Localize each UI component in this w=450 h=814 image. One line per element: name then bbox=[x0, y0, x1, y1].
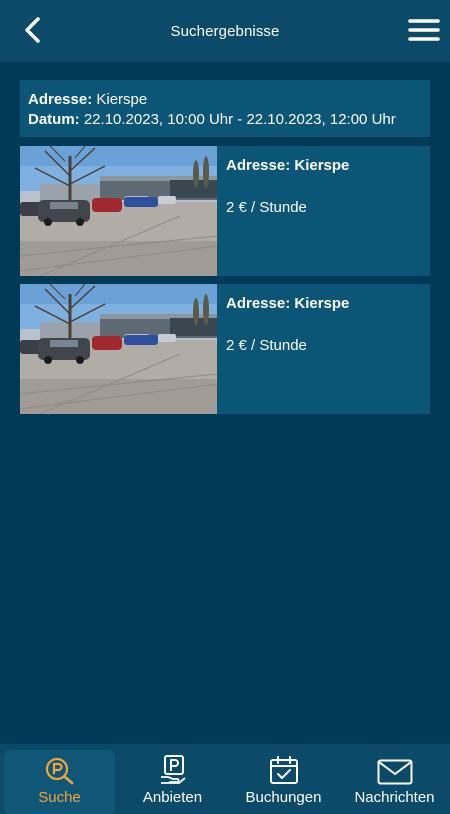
envelope-icon bbox=[377, 759, 412, 785]
menu-button[interactable] bbox=[406, 14, 442, 46]
nav-item-anbieten[interactable]: Anbieten bbox=[117, 744, 228, 814]
nav-item-buchungen[interactable]: Buchungen bbox=[228, 744, 339, 814]
parking-offer-icon bbox=[160, 755, 186, 784]
result-price: 2 € / Stunde bbox=[226, 199, 307, 216]
search-date-value: 22.10.2023, 10:00 Uhr - 22.10.2023, 12:0… bbox=[83, 111, 396, 128]
search-address-line: Adresse: Kierspe bbox=[28, 90, 422, 110]
bottom-navigation: Suche Anbieten Buchungen Nachrichten bbox=[0, 744, 450, 814]
nav-item-suche[interactable]: Suche bbox=[4, 750, 115, 814]
parking-search-icon bbox=[45, 757, 73, 785]
search-address-value: Kierspe bbox=[96, 91, 148, 108]
hamburger-menu-icon bbox=[408, 19, 440, 41]
parking-lot-photo bbox=[20, 146, 217, 276]
calendar-check-icon bbox=[269, 756, 298, 784]
search-summary: Adresse: Kierspe Datum: 22.10.2023, 10:0… bbox=[20, 80, 430, 137]
result-info: Adresse: Kierspe 2 € / Stunde bbox=[217, 146, 358, 276]
result-price: 2 € / Stunde bbox=[226, 337, 307, 354]
result-address: Adresse: Kierspe bbox=[226, 295, 350, 312]
search-date-label: Datum: bbox=[28, 111, 80, 128]
nav-label-nachrichten: Nachrichten bbox=[354, 789, 435, 806]
page-title: Suchergebnisse bbox=[170, 22, 280, 40]
parking-lot-photo bbox=[20, 284, 217, 414]
nav-item-nachrichten[interactable]: Nachrichten bbox=[339, 744, 450, 814]
result-card[interactable]: Adresse: Kierspe 2 € / Stunde bbox=[20, 284, 430, 414]
result-card[interactable]: Adresse: Kierspe 2 € / Stunde bbox=[20, 146, 430, 276]
nav-label-buchungen: Buchungen bbox=[245, 789, 322, 806]
chevron-left-icon bbox=[25, 17, 40, 43]
result-info: Adresse: Kierspe 2 € / Stunde bbox=[217, 284, 358, 414]
nav-label-suche: Suche bbox=[38, 789, 81, 806]
nav-label-anbieten: Anbieten bbox=[142, 789, 203, 806]
app-screen: Suchergebnisse Adresse: Kierspe Datum: 2… bbox=[0, 0, 450, 814]
back-button[interactable] bbox=[18, 14, 46, 46]
search-address-label: Adresse: bbox=[28, 91, 93, 108]
search-date-line: Datum: 22.10.2023, 10:00 Uhr - 22.10.202… bbox=[28, 110, 422, 130]
result-address: Adresse: Kierspe bbox=[226, 157, 350, 174]
top-app-bar: Suchergebnisse bbox=[0, 0, 450, 62]
